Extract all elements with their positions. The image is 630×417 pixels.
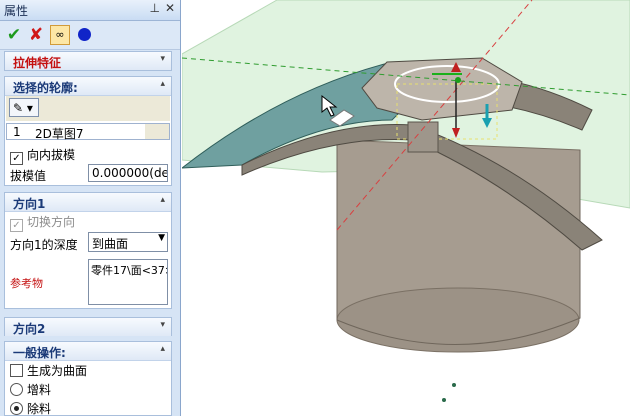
glasses-icon[interactable]: ∞ xyxy=(50,25,70,45)
add-material-label: 增料 xyxy=(27,383,52,397)
general-section: 一般操作: ▴ 生成为曲面 增料 除料 xyxy=(4,341,172,416)
close-icon[interactable]: ✕ xyxy=(165,1,175,15)
3d-viewport[interactable] xyxy=(182,0,630,416)
pin-icon[interactable]: ⊥ xyxy=(150,1,160,15)
remove-material-radio[interactable] xyxy=(10,402,23,415)
chevron-down-icon[interactable]: ▾ xyxy=(160,320,165,330)
switch-direction-row: ✓ 切换方向 xyxy=(10,213,75,232)
feature-title: 拉伸特征 xyxy=(13,56,62,70)
surface-label: 生成为曲面 xyxy=(27,364,88,378)
profile-section: 选择的轮廓: ▴ ✎ ▾ 1 2D草图7 ✓ 向内拔模 拔模值 0.000000(… xyxy=(4,76,172,186)
point-marker xyxy=(442,398,446,402)
profile-list-index: 1 xyxy=(13,125,21,139)
reference-label: 参考物 xyxy=(10,277,43,290)
depth-label: 方向1的深度 xyxy=(10,238,78,252)
surface-row[interactable]: 生成为曲面 xyxy=(10,362,87,379)
profile-header-label: 选择的轮廓: xyxy=(13,81,78,95)
reference-value: 零件17\面<37> xyxy=(91,264,168,277)
profile-tool-strip: ✎ ▾ xyxy=(6,96,170,121)
profile-list-item[interactable]: 2D草图7 xyxy=(35,125,84,142)
panel-toolbar: ✔ ✘ ∞ xyxy=(0,21,180,50)
chevron-up-icon[interactable]: ▴ xyxy=(160,195,165,205)
depth-dropdown-value: 到曲面 xyxy=(92,237,129,251)
viewport-canvas[interactable] xyxy=(182,0,630,416)
reference-box[interactable]: 零件17\面<37> xyxy=(88,259,168,305)
point-marker xyxy=(452,383,456,387)
panel-title: 属性 xyxy=(4,4,29,18)
cylinder-bottom xyxy=(336,287,580,353)
direction2-header-label: 方向2 xyxy=(13,322,46,336)
sketch-edit-icon[interactable]: ✎ ▾ xyxy=(9,98,39,117)
checkmark-icon[interactable]: ✔ xyxy=(4,25,24,45)
add-material-radio[interactable] xyxy=(10,383,23,396)
profile-list[interactable]: 1 2D草图7 xyxy=(6,123,170,142)
draft-value-label: 拔模值 xyxy=(10,169,47,183)
general-header-label: 一般操作: xyxy=(13,346,66,360)
blue-circle-icon[interactable] xyxy=(74,25,94,45)
shaft-stub xyxy=(407,121,439,153)
handle-origin-icon[interactable] xyxy=(455,77,461,83)
cancel-x-icon[interactable]: ✘ xyxy=(26,25,46,45)
direction1-section: 方向1 ▴ ✓ 切换方向 方向1的深度 到曲面 ▼ 参考物 零件17\面<37> xyxy=(4,192,172,309)
dropdown-arrow-icon[interactable]: ▼ xyxy=(158,233,165,243)
chevron-down-icon[interactable]: ▾ xyxy=(160,54,165,64)
direction2-header[interactable]: 方向2 ▾ xyxy=(5,318,171,336)
direction1-header[interactable]: 方向1 ▴ xyxy=(5,193,171,212)
surface-checkbox[interactable] xyxy=(10,364,23,377)
remove-material-label: 除料 xyxy=(27,402,52,416)
remove-material-row[interactable]: 除料 xyxy=(10,400,51,417)
depth-dropdown[interactable]: 到曲面 ▼ xyxy=(88,232,168,252)
draft-inward-row[interactable]: ✓ 向内拔模 xyxy=(10,146,75,165)
switch-direction-checkbox: ✓ xyxy=(10,219,23,232)
general-header[interactable]: 一般操作: ▴ xyxy=(5,342,171,361)
chevron-up-icon[interactable]: ▴ xyxy=(160,79,165,89)
panel-titlebar: 属性 ⊥ ✕ xyxy=(0,0,180,21)
draft-value-field[interactable]: 0.000000(deg) xyxy=(88,164,168,182)
direction2-section: 方向2 ▾ xyxy=(4,317,172,336)
draft-inward-label: 向内拔模 xyxy=(27,148,76,162)
properties-panel: 属性 ⊥ ✕ ✔ ✘ ∞ 拉伸特征 ▾ 选择的轮廓: ▴ ✎ ▾ 1 2D草图7… xyxy=(0,0,181,416)
feature-header[interactable]: 拉伸特征 ▾ xyxy=(5,52,171,70)
switch-direction-label: 切换方向 xyxy=(27,215,76,229)
add-material-row[interactable]: 增料 xyxy=(10,381,51,398)
direction1-header-label: 方向1 xyxy=(13,197,46,211)
draft-inward-checkbox[interactable]: ✓ xyxy=(10,152,23,165)
chevron-up-icon[interactable]: ▴ xyxy=(160,344,165,354)
feature-section: 拉伸特征 ▾ xyxy=(4,51,172,71)
profile-list-scroll[interactable] xyxy=(145,124,169,139)
profile-header[interactable]: 选择的轮廓: ▴ xyxy=(5,77,171,96)
